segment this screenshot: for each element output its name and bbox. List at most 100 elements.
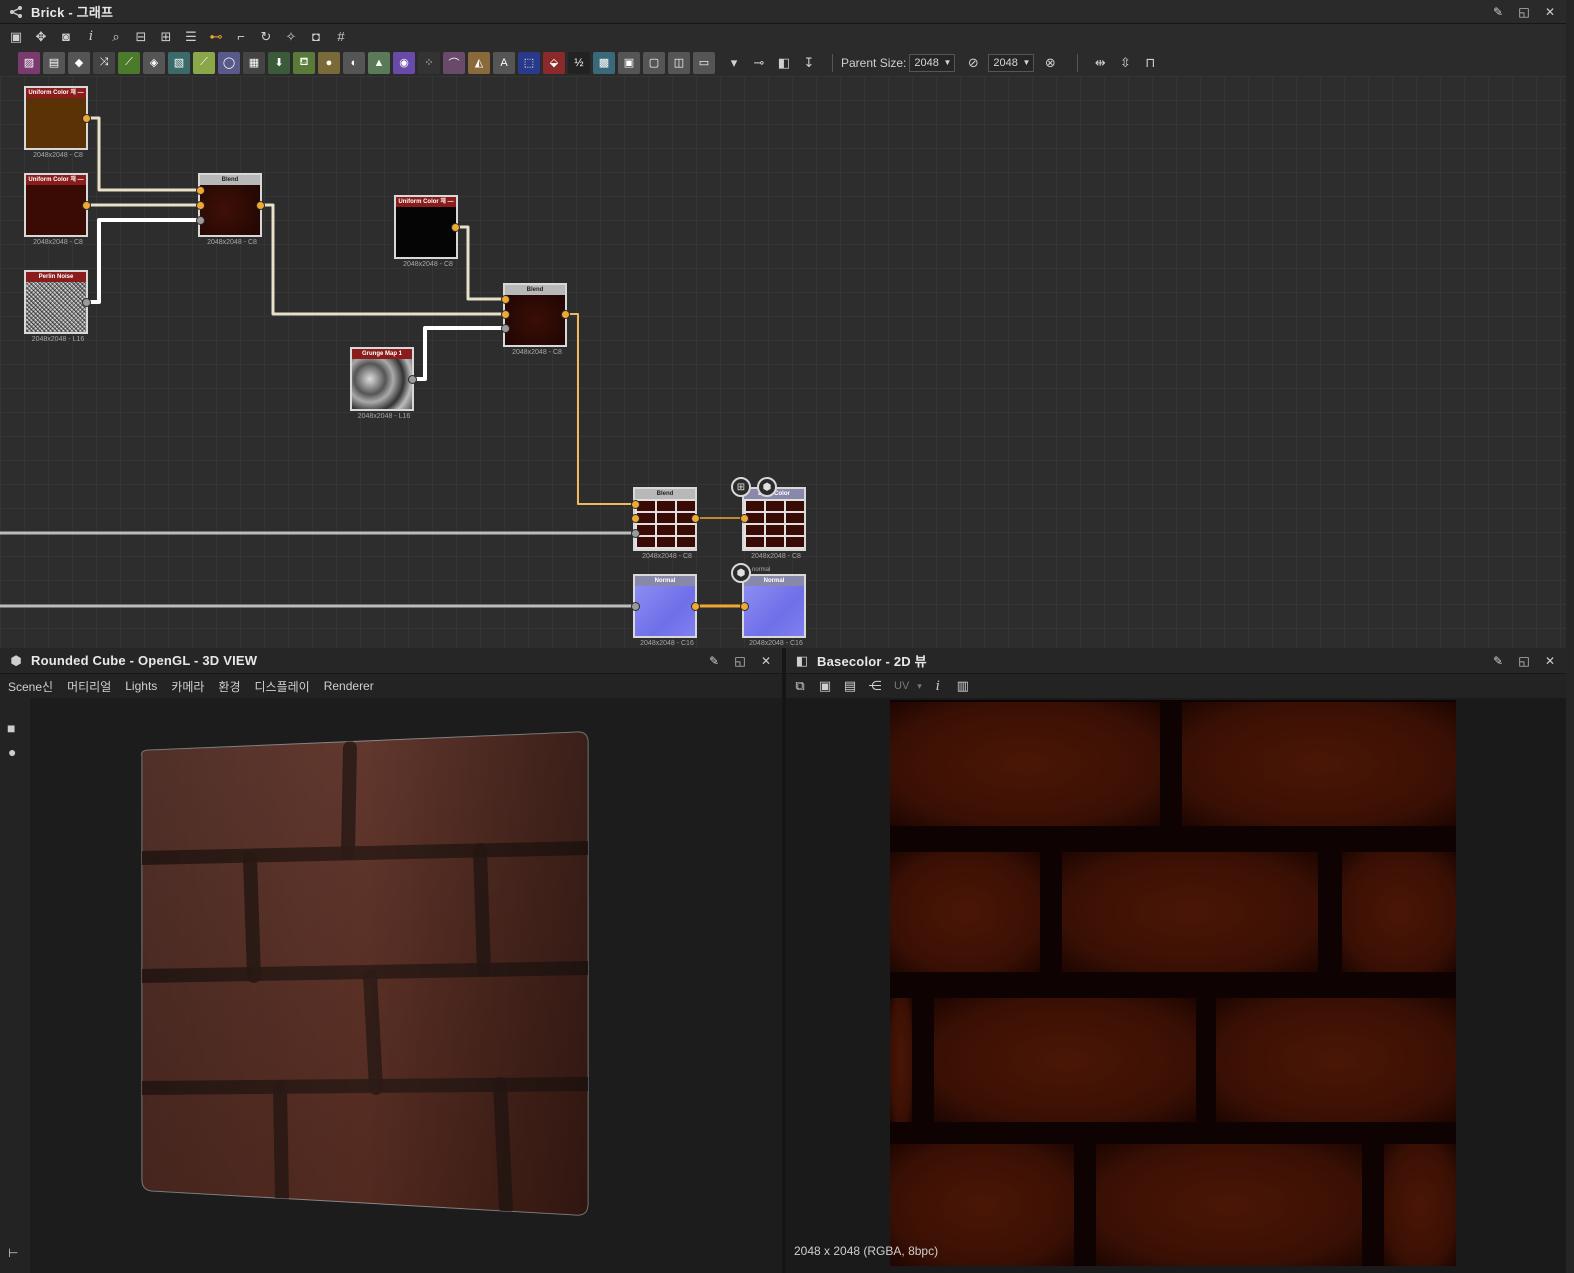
graph-canvas[interactable]: Uniform Color 채 — 2048x2048 - C8 Uniform…: [0, 76, 1566, 648]
blend-node-3[interactable]: Blend 2048x2048 - C8: [633, 487, 697, 560]
save-icon[interactable]: ▣: [815, 676, 835, 696]
size-select-2[interactable]: 2048 ▼: [988, 53, 1035, 72]
view2d-viewport[interactable]: 2048 x 2048 (RGBA, 8bpc): [786, 698, 1566, 1273]
snapshot-icon[interactable]: ◘: [306, 27, 326, 47]
warp-icon[interactable]: ▧: [168, 51, 190, 74]
menu-material[interactable]: 머티리얼: [67, 678, 111, 695]
frame-all-icon[interactable]: ▣: [6, 27, 26, 47]
histogram-icon[interactable]: ▥: [953, 676, 973, 696]
grunge-map-node[interactable]: Grunge Map 1 2048x2048 - L16: [350, 347, 414, 420]
uv-dropdown[interactable]: UV: [894, 680, 909, 692]
pin-node-icon[interactable]: ◧: [774, 53, 794, 73]
noise-icon[interactable]: ⁘: [418, 51, 440, 74]
uniform-color-node-2[interactable]: Uniform Color 채 — 2048x2048 - C8: [24, 173, 88, 246]
input-port[interactable]: [631, 529, 640, 538]
dot-icon[interactable]: ⊸: [749, 53, 769, 73]
anchor-icon[interactable]: ↧: [799, 53, 819, 73]
circle-icon[interactable]: ◯: [218, 51, 240, 74]
input-port[interactable]: [196, 186, 205, 195]
view3d-viewport[interactable]: [30, 698, 782, 1273]
maximize-icon[interactable]: ◱: [1516, 4, 1532, 20]
wrench-icon[interactable]: ✧: [281, 27, 301, 47]
hierarchy-icon[interactable]: ⊞: [156, 27, 176, 47]
output-port[interactable]: [82, 298, 91, 307]
curve-icon[interactable]: ⟋: [118, 51, 140, 74]
gradient-icon[interactable]: ⟋: [193, 51, 215, 74]
crop-icon[interactable]: #: [331, 27, 351, 47]
value-icon[interactable]: ½: [568, 51, 590, 74]
stack-icon[interactable]: ☰: [181, 27, 201, 47]
view-3d-badge-icon[interactable]: ⬢: [731, 563, 751, 583]
search-icon[interactable]: ⌕: [106, 27, 126, 47]
align-vertical-icon[interactable]: ⇳: [1115, 53, 1135, 73]
pin-icon[interactable]: ✎: [1490, 4, 1506, 20]
pin-icon[interactable]: ✎: [1490, 653, 1506, 669]
paste-icon[interactable]: ▤: [840, 676, 860, 696]
output-port[interactable]: [82, 114, 91, 123]
input-port[interactable]: [631, 602, 640, 611]
levels-icon[interactable]: ◐: [343, 51, 365, 74]
shuffle-icon[interactable]: ⤨: [93, 51, 115, 74]
view-3d-badge-icon[interactable]: ⬢: [757, 477, 777, 497]
share-icon[interactable]: ⋲: [865, 676, 885, 696]
output-port[interactable]: [82, 201, 91, 210]
copy-image-icon[interactable]: ⧉: [790, 676, 810, 696]
blend-node-icon[interactable]: ●: [318, 51, 340, 74]
link-orange-icon[interactable]: ⊷: [206, 27, 226, 47]
pan-icon[interactable]: ✥: [31, 27, 51, 47]
camera-icon[interactable]: ◙: [56, 27, 76, 47]
align-icon[interactable]: ⊟: [131, 27, 151, 47]
input-port[interactable]: [631, 500, 640, 509]
maximize-icon[interactable]: ◱: [732, 653, 748, 669]
blend-node-2[interactable]: Blend 2048x2048 - C8: [503, 283, 567, 356]
reset-size-icon[interactable]: ⊗: [1040, 53, 1060, 73]
output-icon[interactable]: ▢: [643, 51, 665, 74]
close-icon[interactable]: ✕: [1542, 4, 1558, 20]
menu-display[interactable]: 디스플레이: [255, 678, 310, 695]
menu-renderer[interactable]: Renderer: [324, 679, 374, 693]
transform-icon[interactable]: ▩: [593, 51, 615, 74]
normal-output-node[interactable]: Normal 2048x2048 - C16: [742, 574, 806, 647]
blend-node-1[interactable]: Blend 2048x2048 - C8: [198, 173, 262, 246]
svg-node-icon[interactable]: ▤: [43, 51, 65, 74]
output-port[interactable]: [451, 223, 460, 232]
light-bulb-icon[interactable]: ●: [8, 744, 16, 760]
watering-icon[interactable]: ⛾: [293, 51, 315, 74]
comment-icon[interactable]: ▾: [724, 53, 744, 73]
refresh-icon[interactable]: ↻: [256, 27, 276, 47]
input-icon[interactable]: ▣: [618, 51, 640, 74]
fxmap-node-icon[interactable]: ◆: [68, 51, 90, 74]
perlin-noise-node[interactable]: Perlin Noise 2048x2048 - L16: [24, 270, 88, 343]
fill-icon[interactable]: ⬙: [543, 51, 565, 74]
input-port[interactable]: [740, 514, 749, 523]
tile-icon[interactable]: ▦: [243, 51, 265, 74]
graph-instance-icon[interactable]: ◫: [668, 51, 690, 74]
uniform-color-node-3[interactable]: Uniform Color 채 — 2048x2048 - C8: [394, 195, 458, 268]
mirror-icon[interactable]: ◭: [468, 51, 490, 74]
info-icon[interactable]: i: [928, 676, 948, 696]
input-port[interactable]: [501, 324, 510, 333]
frame-icon[interactable]: ▭: [693, 51, 715, 74]
drop-icon[interactable]: ◈: [143, 51, 165, 74]
output-port[interactable]: [256, 201, 265, 210]
input-port[interactable]: [196, 216, 205, 225]
menu-lights[interactable]: Lights: [125, 679, 157, 693]
snap-icon[interactable]: ⊓: [1140, 53, 1160, 73]
input-port[interactable]: [740, 602, 749, 611]
maximize-icon[interactable]: ◱: [1516, 653, 1532, 669]
output-port[interactable]: [561, 310, 570, 319]
output-port[interactable]: [691, 602, 700, 611]
basecolor-output-node[interactable]: Base Color 2048x2048 - C8: [742, 487, 806, 560]
connector-icon[interactable]: ⌐: [231, 27, 251, 47]
pin-icon[interactable]: ✎: [706, 653, 722, 669]
tree-icon[interactable]: ⊢: [8, 1246, 18, 1260]
close-icon[interactable]: ✕: [758, 653, 774, 669]
view-2d-badge-icon[interactable]: ⊞: [731, 477, 751, 497]
align-horizontal-icon[interactable]: ⇹: [1090, 53, 1110, 73]
window-scrollbar[interactable]: [1566, 0, 1574, 1273]
select-icon[interactable]: ⬚: [518, 51, 540, 74]
uniform-color-node-1[interactable]: Uniform Color 채 — 2048x2048 - C8: [24, 86, 88, 159]
text-icon[interactable]: A: [493, 51, 515, 74]
path-icon[interactable]: ⌒: [443, 51, 465, 74]
menu-scene[interactable]: Scene신: [8, 678, 53, 695]
